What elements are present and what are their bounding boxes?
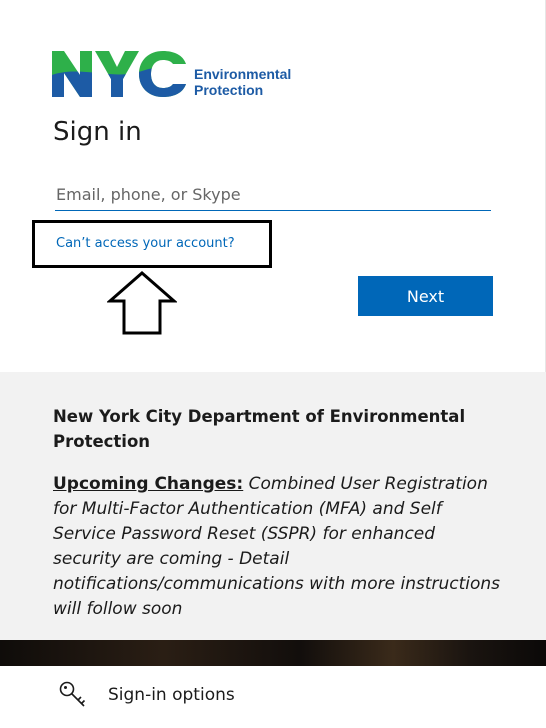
nyc-logo-mark [52, 51, 186, 97]
cant-access-account-link[interactable]: Can’t access your account? [56, 236, 235, 251]
notice-text: Upcoming Changes: Combined User Registra… [53, 472, 503, 622]
page-title: Sign in [53, 117, 142, 147]
nyc-dep-logo: Environmental Protection [52, 51, 312, 99]
signin-options-label: Sign-in options [108, 685, 235, 705]
org-name-heading: New York City Department of Environmenta… [53, 407, 466, 451]
notice-body: Combined User Registration for Multi-Fac… [53, 474, 501, 619]
notice-label: Upcoming Changes: [53, 474, 244, 494]
signin-options-button[interactable]: Sign-in options [0, 666, 546, 728]
up-arrow-icon [107, 271, 177, 335]
next-button[interactable]: Next [358, 276, 493, 316]
org-info-panel: New York City Department of Environmenta… [0, 372, 546, 640]
logo-org-line2: Protection [194, 82, 264, 98]
logo-org-line1: Environmental [194, 66, 292, 82]
key-icon [59, 681, 86, 707]
signin-card: Environmental Protection Sign in Can’t a… [0, 0, 546, 372]
email-input[interactable] [55, 172, 491, 211]
background-image-strip [0, 640, 546, 666]
